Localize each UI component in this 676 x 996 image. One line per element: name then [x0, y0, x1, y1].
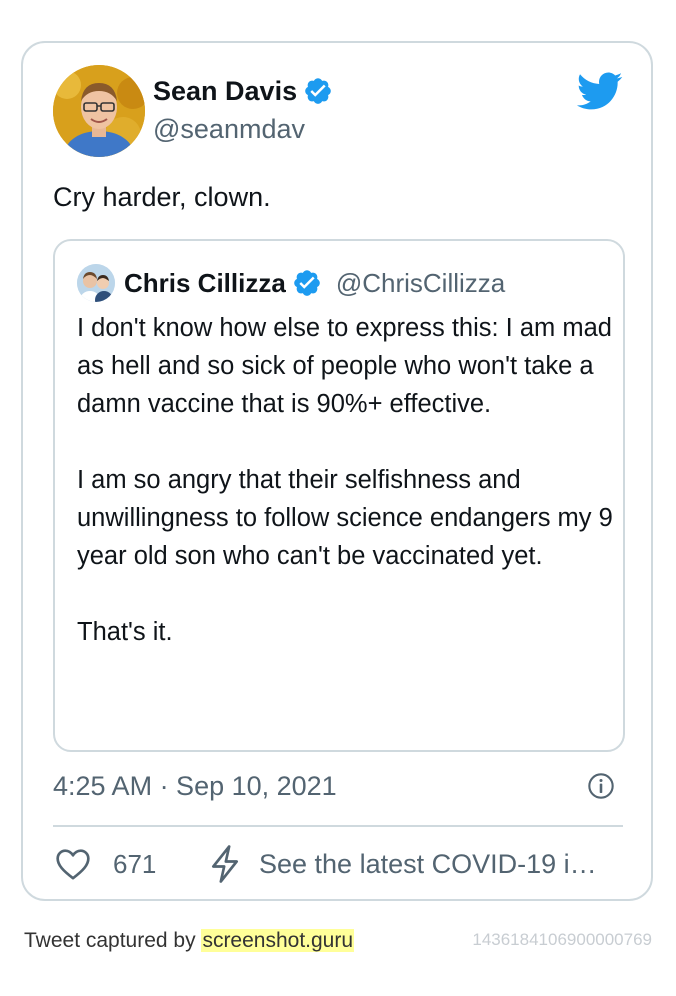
twitter-bird-icon[interactable]	[575, 67, 623, 115]
tweet-card: Sean Davis @seanmdav Cry harder, clown.	[21, 41, 653, 901]
quoted-tweet-header: Chris Cillizza @ChrisCillizza	[77, 263, 505, 303]
covid-info-link[interactable]: See the latest COVID-19 information on T…	[259, 849, 611, 880]
tweet-id: 1436184106900000769	[472, 930, 652, 949]
tweet-text: Cry harder, clown.	[53, 182, 271, 212]
author-name-row[interactable]: Sean Davis	[153, 75, 333, 107]
tweet-timestamp[interactable]: 4:25 AM · Sep 10, 2021	[53, 769, 337, 803]
heart-icon[interactable]	[53, 844, 93, 884]
quoted-author-avatar[interactable]	[77, 264, 115, 302]
like-count[interactable]: 671	[113, 849, 177, 880]
screenshot-guru-link[interactable]: screenshot.guru	[201, 929, 355, 952]
action-divider	[53, 825, 623, 827]
author-handle[interactable]: @seanmdav	[153, 113, 305, 145]
quoted-author-name[interactable]: Chris Cillizza	[124, 268, 286, 299]
tweet-actions: 671 See the latest COVID-19 information …	[53, 843, 627, 885]
quoted-author-handle[interactable]: @ChrisCillizza	[336, 268, 505, 299]
author-name[interactable]: Sean Davis	[153, 75, 297, 107]
covid-info-icon[interactable]	[207, 844, 243, 884]
quoted-paragraph: I don't know how else to express this: I…	[77, 314, 612, 418]
capture-credit: Tweet captured by screenshot.guru	[24, 927, 355, 955]
verified-badge-icon	[305, 78, 331, 104]
quoted-tweet-body: I don't know how else to express this: I…	[77, 309, 617, 651]
quoted-paragraph: That's it.	[77, 618, 173, 646]
author-avatar[interactable]	[53, 65, 145, 157]
info-icon[interactable]	[587, 772, 615, 800]
quoted-paragraph: I am so angry that their selfishness and…	[77, 466, 613, 570]
quoted-tweet[interactable]: Chris Cillizza @ChrisCillizza I don't kn…	[53, 239, 625, 752]
verified-badge-icon	[294, 270, 320, 296]
capture-credit-label: Tweet captured by	[24, 929, 202, 952]
